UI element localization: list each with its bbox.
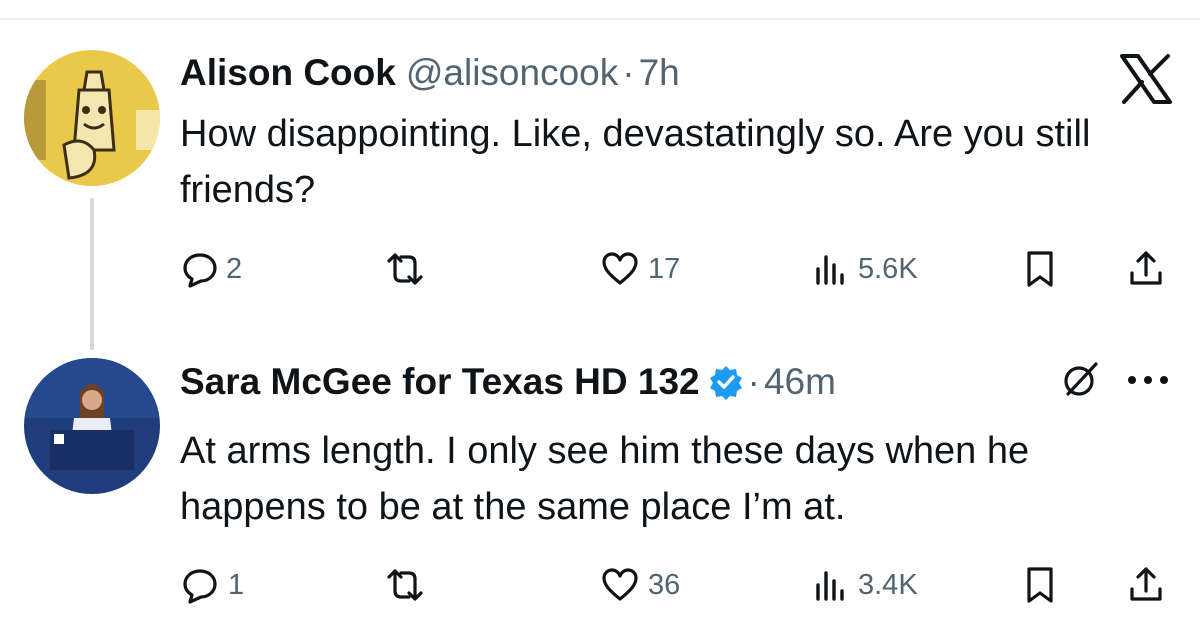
heart-icon — [602, 568, 638, 601]
bookmark-button[interactable] — [1020, 244, 1060, 294]
views-count: 3.4K — [858, 568, 918, 601]
tweet-alison-cook[interactable]: Alison Cook @alisoncook · 7h How disappo… — [0, 0, 1200, 350]
avatar-alison-cook[interactable] — [24, 50, 160, 186]
x-logo-icon — [1118, 54, 1174, 104]
timestamp[interactable]: 7h — [639, 52, 680, 94]
views-button[interactable]: 5.6K — [810, 244, 918, 294]
share-icon — [1130, 251, 1162, 285]
share-icon — [1130, 567, 1162, 601]
share-button[interactable] — [1126, 560, 1166, 610]
tweet-actions: 1 36 3.4K — [180, 560, 1180, 610]
reply-icon — [183, 569, 217, 604]
retweet-button[interactable] — [385, 560, 425, 610]
retweet-icon — [387, 569, 423, 601]
author-handle[interactable]: @alisoncook — [406, 52, 618, 94]
views-chart-icon — [816, 255, 844, 285]
avatar-sara-mcgee[interactable] — [24, 358, 160, 494]
timestamp[interactable]: 46m — [764, 361, 836, 403]
heart-icon — [602, 252, 638, 285]
tweet-header: Sara McGee for Texas HD 132 · 46m — [180, 361, 836, 403]
tweet-header: Alison Cook @alisoncook · 7h — [180, 52, 680, 94]
verified-badge-icon — [708, 364, 744, 400]
separator-dot: · — [747, 361, 760, 402]
bookmark-icon — [1027, 567, 1053, 603]
author-name[interactable]: Alison Cook — [180, 52, 396, 94]
views-button[interactable]: 3.4K — [810, 560, 918, 610]
grok-icon[interactable] — [1060, 360, 1100, 400]
bookmark-icon — [1027, 251, 1053, 287]
reply-button[interactable]: 1 — [180, 560, 244, 610]
tweet-actions: 2 17 5.6K — [180, 244, 1180, 294]
reply-button[interactable]: 2 — [180, 244, 242, 294]
thread-line — [90, 198, 94, 350]
reply-count: 2 — [226, 252, 243, 285]
author-name[interactable]: Sara McGee for Texas HD 132 — [180, 361, 700, 403]
like-button[interactable]: 36 — [600, 560, 680, 610]
views-chart-icon — [816, 571, 844, 601]
reply-count: 1 — [228, 568, 245, 601]
tweet-text: How disappointing. Like, devastatingly s… — [180, 113, 1091, 211]
like-button[interactable]: 17 — [600, 244, 680, 294]
share-button[interactable] — [1126, 244, 1166, 294]
views-count: 5.6K — [858, 252, 918, 285]
more-horizontal-icon[interactable] — [1128, 364, 1176, 396]
retweet-button[interactable] — [385, 244, 425, 294]
bookmark-button[interactable] — [1020, 560, 1060, 610]
separator-dot: · — [622, 52, 635, 93]
retweet-icon — [387, 253, 423, 285]
reply-icon — [183, 253, 217, 288]
tweet-text: At arms length. I only see him these day… — [180, 430, 1030, 528]
tweet-sara-mcgee[interactable]: Sara McGee for Texas HD 132 · 46m At arm… — [0, 330, 1200, 618]
like-count: 36 — [648, 568, 681, 601]
like-count: 17 — [648, 252, 681, 285]
